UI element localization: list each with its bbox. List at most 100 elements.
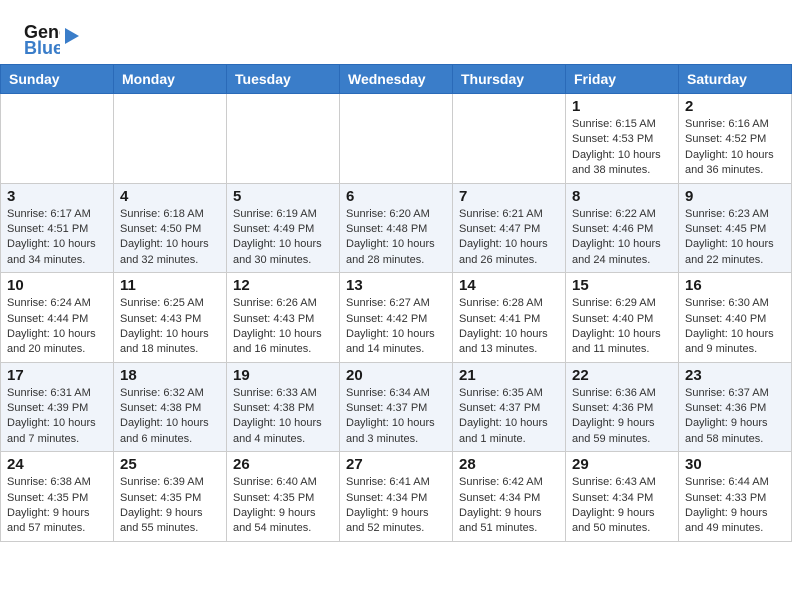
calendar-cell: 28 Sunrise: 6:42 AM Sunset: 4:34 PM Dayli… xyxy=(453,452,566,542)
calendar-cell: 25 Sunrise: 6:39 AM Sunset: 4:35 PM Dayli… xyxy=(114,452,227,542)
calendar-cell: 27 Sunrise: 6:41 AM Sunset: 4:34 PM Dayli… xyxy=(340,452,453,542)
calendar-cell: 29 Sunrise: 6:43 AM Sunset: 4:34 PM Dayli… xyxy=(566,452,679,542)
day-info: Sunrise: 6:22 AM Sunset: 4:46 PM Dayligh… xyxy=(572,207,672,269)
calendar-cell: 15 Sunrise: 6:29 AM Sunset: 4:40 PM Dayli… xyxy=(566,273,679,363)
day-info: Sunrise: 6:24 AM Sunset: 4:44 PM Dayligh… xyxy=(7,296,107,358)
day-number: 2 xyxy=(685,98,785,115)
day-number: 23 xyxy=(685,367,785,384)
day-info: Sunrise: 6:33 AM Sunset: 4:38 PM Dayligh… xyxy=(233,386,333,448)
logo-arrow-icon xyxy=(65,26,81,46)
day-number: 15 xyxy=(572,277,672,294)
calendar-cell xyxy=(453,94,566,184)
calendar-cell: 22 Sunrise: 6:36 AM Sunset: 4:36 PM Dayli… xyxy=(566,362,679,452)
day-number: 7 xyxy=(459,188,559,205)
calendar-cell: 3 Sunrise: 6:17 AM Sunset: 4:51 PM Daylig… xyxy=(1,183,114,273)
day-info: Sunrise: 6:35 AM Sunset: 4:37 PM Dayligh… xyxy=(459,386,559,448)
calendar-cell: 4 Sunrise: 6:18 AM Sunset: 4:50 PM Daylig… xyxy=(114,183,227,273)
day-number: 21 xyxy=(459,367,559,384)
calendar-cell: 14 Sunrise: 6:28 AM Sunset: 4:41 PM Dayli… xyxy=(453,273,566,363)
day-info: Sunrise: 6:30 AM Sunset: 4:40 PM Dayligh… xyxy=(685,296,785,358)
day-info: Sunrise: 6:38 AM Sunset: 4:35 PM Dayligh… xyxy=(7,475,107,537)
day-number: 1 xyxy=(572,98,672,115)
calendar-week-1: 1 Sunrise: 6:15 AM Sunset: 4:53 PM Daylig… xyxy=(1,94,792,184)
weekday-header-sunday: Sunday xyxy=(1,65,114,94)
day-info: Sunrise: 6:44 AM Sunset: 4:33 PM Dayligh… xyxy=(685,475,785,537)
calendar-cell: 11 Sunrise: 6:25 AM Sunset: 4:43 PM Dayli… xyxy=(114,273,227,363)
weekday-header-saturday: Saturday xyxy=(679,65,792,94)
calendar-cell: 9 Sunrise: 6:23 AM Sunset: 4:45 PM Daylig… xyxy=(679,183,792,273)
day-info: Sunrise: 6:42 AM Sunset: 4:34 PM Dayligh… xyxy=(459,475,559,537)
calendar-cell xyxy=(340,94,453,184)
calendar-week-5: 24 Sunrise: 6:38 AM Sunset: 4:35 PM Dayli… xyxy=(1,452,792,542)
weekday-header-thursday: Thursday xyxy=(453,65,566,94)
calendar-cell: 26 Sunrise: 6:40 AM Sunset: 4:35 PM Dayli… xyxy=(227,452,340,542)
weekday-header-friday: Friday xyxy=(566,65,679,94)
day-number: 3 xyxy=(7,188,107,205)
calendar-cell: 6 Sunrise: 6:20 AM Sunset: 4:48 PM Daylig… xyxy=(340,183,453,273)
day-info: Sunrise: 6:43 AM Sunset: 4:34 PM Dayligh… xyxy=(572,475,672,537)
calendar-cell xyxy=(227,94,340,184)
day-number: 8 xyxy=(572,188,672,205)
calendar-cell: 17Sunrise: 6:31 AM Sunset: 4:39 PM Dayli… xyxy=(1,362,114,452)
day-number: 28 xyxy=(459,456,559,473)
calendar-table: SundayMondayTuesdayWednesdayThursdayFrid… xyxy=(0,64,792,542)
day-info: Sunrise: 6:16 AM Sunset: 4:52 PM Dayligh… xyxy=(685,117,785,179)
day-info: Sunrise: 6:29 AM Sunset: 4:40 PM Dayligh… xyxy=(572,296,672,358)
day-info: Sunrise: 6:39 AM Sunset: 4:35 PM Dayligh… xyxy=(120,475,220,537)
calendar-cell: 1 Sunrise: 6:15 AM Sunset: 4:53 PM Daylig… xyxy=(566,94,679,184)
day-info: Sunrise: 6:20 AM Sunset: 4:48 PM Dayligh… xyxy=(346,207,446,269)
day-info: Sunrise: 6:17 AM Sunset: 4:51 PM Dayligh… xyxy=(7,207,107,269)
calendar-cell: 20 Sunrise: 6:34 AM Sunset: 4:37 PM Dayli… xyxy=(340,362,453,452)
calendar-week-2: 3 Sunrise: 6:17 AM Sunset: 4:51 PM Daylig… xyxy=(1,183,792,273)
calendar-cell: 10 Sunrise: 6:24 AM Sunset: 4:44 PM Dayli… xyxy=(1,273,114,363)
day-number: 20 xyxy=(346,367,446,384)
day-info: Sunrise: 6:28 AM Sunset: 4:41 PM Dayligh… xyxy=(459,296,559,358)
day-info: Sunrise: 6:32 AM Sunset: 4:38 PM Dayligh… xyxy=(120,386,220,448)
day-info: Sunrise: 6:41 AM Sunset: 4:34 PM Dayligh… xyxy=(346,475,446,537)
svg-text:Blue: Blue xyxy=(24,38,60,54)
logo-icon: General Blue xyxy=(24,18,60,54)
calendar-cell xyxy=(1,94,114,184)
day-number: 22 xyxy=(572,367,672,384)
day-info: Sunrise: 6:34 AM Sunset: 4:37 PM Dayligh… xyxy=(346,386,446,448)
page-header: General Blue xyxy=(0,0,792,64)
day-info: Sunrise: 6:25 AM Sunset: 4:43 PM Dayligh… xyxy=(120,296,220,358)
day-info: Sunrise: 6:19 AM Sunset: 4:49 PM Dayligh… xyxy=(233,207,333,269)
day-info: Sunrise: 6:15 AM Sunset: 4:53 PM Dayligh… xyxy=(572,117,672,179)
day-number: 16 xyxy=(685,277,785,294)
day-number: 17 xyxy=(7,367,107,384)
calendar-cell: 8 Sunrise: 6:22 AM Sunset: 4:46 PM Daylig… xyxy=(566,183,679,273)
calendar-cell: 12Sunrise: 6:26 AM Sunset: 4:43 PM Dayli… xyxy=(227,273,340,363)
day-info: Sunrise: 6:23 AM Sunset: 4:45 PM Dayligh… xyxy=(685,207,785,269)
calendar-cell: 30Sunrise: 6:44 AM Sunset: 4:33 PM Dayli… xyxy=(679,452,792,542)
calendar-cell: 5Sunrise: 6:19 AM Sunset: 4:49 PM Daylig… xyxy=(227,183,340,273)
calendar-cell: 7Sunrise: 6:21 AM Sunset: 4:47 PM Daylig… xyxy=(453,183,566,273)
day-info: Sunrise: 6:18 AM Sunset: 4:50 PM Dayligh… xyxy=(120,207,220,269)
day-number: 10 xyxy=(7,277,107,294)
day-number: 24 xyxy=(7,456,107,473)
calendar-cell xyxy=(114,94,227,184)
logo: General Blue xyxy=(24,18,81,54)
day-number: 26 xyxy=(233,456,333,473)
day-number: 4 xyxy=(120,188,220,205)
day-number: 12 xyxy=(233,277,333,294)
calendar-cell: 21 Sunrise: 6:35 AM Sunset: 4:37 PM Dayli… xyxy=(453,362,566,452)
day-number: 11 xyxy=(120,277,220,294)
day-info: Sunrise: 6:36 AM Sunset: 4:36 PM Dayligh… xyxy=(572,386,672,448)
day-number: 18 xyxy=(120,367,220,384)
calendar-cell: 18 Sunrise: 6:32 AM Sunset: 4:38 PM Dayli… xyxy=(114,362,227,452)
day-number: 6 xyxy=(346,188,446,205)
day-info: Sunrise: 6:27 AM Sunset: 4:42 PM Dayligh… xyxy=(346,296,446,358)
day-info: Sunrise: 6:40 AM Sunset: 4:35 PM Dayligh… xyxy=(233,475,333,537)
day-number: 9 xyxy=(685,188,785,205)
calendar-week-4: 17Sunrise: 6:31 AM Sunset: 4:39 PM Dayli… xyxy=(1,362,792,452)
calendar-cell: 16 Sunrise: 6:30 AM Sunset: 4:40 PM Dayli… xyxy=(679,273,792,363)
calendar-week-3: 10 Sunrise: 6:24 AM Sunset: 4:44 PM Dayli… xyxy=(1,273,792,363)
day-number: 27 xyxy=(346,456,446,473)
day-number: 25 xyxy=(120,456,220,473)
weekday-header-wednesday: Wednesday xyxy=(340,65,453,94)
day-number: 14 xyxy=(459,277,559,294)
day-number: 29 xyxy=(572,456,672,473)
calendar-cell: 23Sunrise: 6:37 AM Sunset: 4:36 PM Dayli… xyxy=(679,362,792,452)
calendar-cell: 19Sunrise: 6:33 AM Sunset: 4:38 PM Dayli… xyxy=(227,362,340,452)
